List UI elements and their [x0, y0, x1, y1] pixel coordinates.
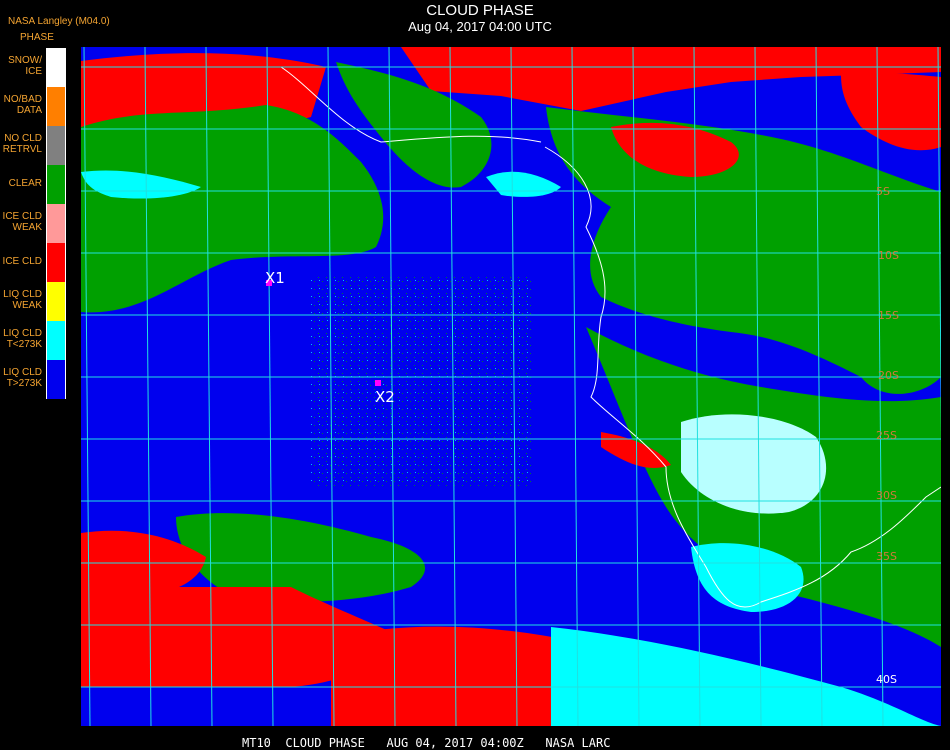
lat-label-30s: 30S: [876, 489, 897, 502]
lat-label-35s: 35S: [876, 550, 897, 563]
legend-swatch: [46, 243, 66, 282]
legend-swatch: [46, 165, 66, 204]
legend-label: NO/BAD DATA: [0, 94, 42, 116]
legend-label-line: ICE CLD: [2, 256, 42, 267]
lat-label-10s: 10S: [878, 249, 899, 262]
legend-swatch: [46, 360, 66, 399]
legend-title: PHASE: [20, 32, 54, 43]
legend-label-line: DATA: [16, 105, 42, 116]
lat-label-15s: 15S: [878, 309, 899, 322]
provider-label: NASA Langley (M04.0): [8, 16, 110, 27]
legend-label: SNOW/ICE: [0, 55, 42, 77]
legend-swatch: [46, 87, 66, 126]
legend-swatch: [46, 282, 66, 321]
legend-label: ICE CLD WEAK: [0, 211, 42, 233]
legend-label: LIQ CLD T<273K: [0, 328, 42, 350]
marker-x2-point: [375, 380, 381, 386]
footer-caption: MT10 CLOUD PHASE AUG 04, 2017 04:00Z NAS…: [242, 736, 611, 750]
legend-label: CLEAR: [0, 178, 42, 189]
legend-label-line: LIQ CLD: [3, 328, 42, 339]
legend-label-line: T<273K: [6, 339, 42, 350]
legend-label-line: LIQ CLD: [3, 367, 42, 378]
legend-label-line: RETRVL: [2, 144, 42, 155]
lat-label-20s: 20S: [878, 369, 899, 382]
legend-label-line: NO CLD: [4, 133, 42, 144]
legend-label: LIQ CLD T>273K: [0, 367, 42, 389]
legend-label-line: T>273K: [6, 378, 42, 389]
marker-x2-label: X2: [375, 388, 395, 406]
lat-label-25s: 25S: [876, 429, 897, 442]
legend-label-line: ICE CLD: [2, 211, 42, 222]
marker-x1-label: X1: [265, 269, 285, 287]
legend-label-line: SNOW/: [8, 55, 42, 66]
map-layer: X1 X2 5S 10S 15S 20S 25S 30S 35S 40S: [81, 47, 941, 726]
legend-label-line: CLEAR: [8, 178, 42, 189]
legend-label-line: LIQ CLD: [3, 289, 42, 300]
legend: SNOW/ICE NO/BAD DATA NO CLD RETRVL CLEAR ICE C…: [0, 48, 66, 400]
legend-label: LIQ CLD WEAK: [0, 289, 42, 311]
legend-swatch: [46, 48, 66, 87]
chart-title: CLOUD PHASE: [426, 2, 534, 19]
lat-label-5s: 5S: [876, 185, 890, 198]
legend-swatch: [46, 321, 66, 360]
legend-swatch: [46, 204, 66, 243]
legend-label: ICE CLD: [0, 256, 42, 267]
chart-subtitle: Aug 04, 2017 04:00 UTC: [408, 19, 552, 34]
legend-swatch: [46, 126, 66, 165]
speckled-cloud-field: [311, 277, 531, 487]
legend-label-line: ICE: [25, 66, 42, 77]
lat-label-40s: 40S: [876, 673, 897, 686]
legend-label: NO CLD RETRVL: [0, 133, 42, 155]
cloud-phase-map: X1 X2 5S 10S 15S 20S 25S 30S 35S 40S: [81, 47, 941, 726]
legend-label-line: WEAK: [12, 222, 42, 233]
legend-label-line: WEAK: [12, 300, 42, 311]
legend-label-line: NO/BAD: [3, 94, 42, 105]
